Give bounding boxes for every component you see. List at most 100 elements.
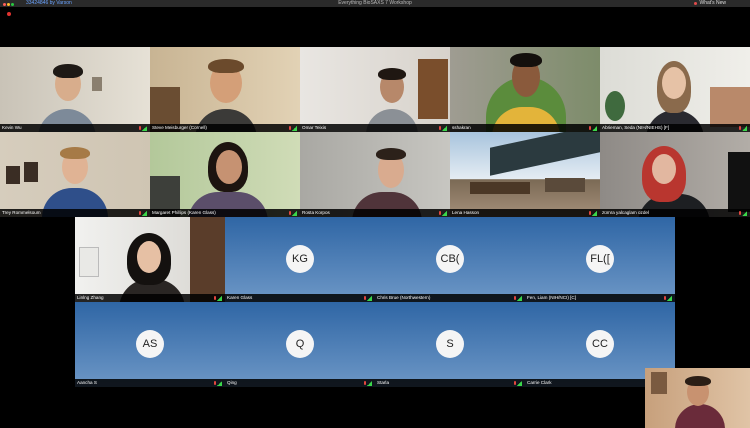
- status-icons: [664, 295, 672, 301]
- status-icons: [214, 295, 222, 301]
- participant-tile-kevin-wu[interactable]: Kevin Wu: [0, 47, 150, 132]
- person-head: [652, 154, 676, 184]
- status-icons: [439, 210, 447, 216]
- participant-name: Qing: [225, 379, 375, 387]
- status-icons: [364, 295, 372, 301]
- participant-name: Aancha S: [75, 379, 225, 387]
- participant-tile-starla[interactable]: S Starla: [375, 302, 525, 387]
- participant-name: Karen Glass: [225, 294, 375, 302]
- signal-icon: [442, 126, 447, 131]
- participant-tile-fen-liam[interactable]: FL([ Fen, Liam (NIH/NCI) [C]: [525, 217, 675, 302]
- mic-muted-icon: [139, 211, 141, 215]
- status-icons: [589, 210, 597, 216]
- plant: [605, 91, 625, 121]
- participant-name: Fen, Liam (NIH/NCI) [C]: [525, 294, 675, 302]
- participant-tile-qing[interactable]: Q Qing: [225, 302, 375, 387]
- avatar-initials: CC: [586, 330, 614, 358]
- participant-tile-karen-glass[interactable]: KG Karen Glass: [225, 217, 375, 302]
- bookshelf: [190, 217, 225, 302]
- mic-muted-icon: [739, 126, 741, 130]
- signal-icon: [217, 381, 222, 386]
- signal-icon: [292, 211, 297, 216]
- status-icons: [289, 210, 297, 216]
- signal-icon: [367, 296, 372, 301]
- participant-name: zümra yalcaglam ozdel: [600, 209, 750, 217]
- participant-name: Chris Brue (Northwestern): [375, 294, 525, 302]
- person-head: [137, 241, 161, 273]
- wall-picture: [651, 372, 667, 394]
- participant-name: Starla: [375, 379, 525, 387]
- participant-name: Abrieman, Seda (NIH/NIEHS) [F]: [600, 124, 750, 132]
- status-icons: [139, 210, 147, 216]
- mic-muted-icon: [439, 211, 441, 215]
- window: [79, 247, 99, 277]
- mic-muted-icon: [214, 296, 216, 300]
- participant-tile-omar-teixis[interactable]: Omar Teixis: [300, 47, 450, 132]
- mic-muted-icon: [289, 211, 291, 215]
- bookshelf: [418, 59, 448, 119]
- participant-name: Trey Rommelsoum: [0, 209, 150, 217]
- self-view-tile[interactable]: [645, 368, 750, 428]
- status-icons: [514, 295, 522, 301]
- status-icons: [739, 125, 747, 131]
- person-head: [216, 150, 242, 184]
- participant-tile-zumra[interactable]: zümra yalcaglam ozdel: [600, 132, 750, 217]
- participant-tile-aancha-s[interactable]: AS Aancha S: [75, 302, 225, 387]
- mic-muted-icon: [664, 296, 666, 300]
- participant-tile-chris-brue[interactable]: CB( Chris Brue (Northwestern): [375, 217, 525, 302]
- person-head: [662, 67, 686, 99]
- participant-tile-trey-rommelsoum[interactable]: Trey Rommelsoum: [0, 132, 150, 217]
- signal-icon: [142, 211, 147, 216]
- wall-picture: [24, 162, 38, 182]
- mic-muted-icon: [739, 211, 741, 215]
- participant-tile-margaret-phillips[interactable]: Margaret Phillips (Karen Glass): [150, 132, 300, 217]
- participant-name: Omar Teixis: [300, 124, 450, 132]
- recording-indicator-icon: [7, 12, 11, 16]
- signal-icon: [742, 211, 747, 216]
- signal-icon: [367, 381, 372, 386]
- participant-tile-steve-meisburger[interactable]: Steve Meisburger (Cornell): [150, 47, 300, 132]
- mic-muted-icon: [364, 296, 366, 300]
- window-titlebar: 33424846 by Varson Everything BioSAXS 7 …: [0, 0, 750, 7]
- mic-muted-icon: [439, 126, 441, 130]
- table: [545, 178, 585, 192]
- participant-tile-linlng-zhang[interactable]: Linlng Zhang: [75, 217, 225, 302]
- participant-name: Linlng Zhang: [75, 294, 225, 302]
- participant-tile-sshakran[interactable]: sshakran: [450, 47, 600, 132]
- person-hair: [53, 64, 83, 78]
- mic-muted-icon: [514, 381, 516, 385]
- notification-dot-icon: [694, 2, 697, 5]
- wall-picture: [6, 166, 20, 184]
- participant-name: Margaret Phillips (Karen Glass): [150, 209, 300, 217]
- participant-name: Lena Hasson: [450, 209, 600, 217]
- shelf: [710, 87, 750, 127]
- status-icons: [514, 380, 522, 386]
- avatar-initials: S: [436, 330, 464, 358]
- participant-name: Steve Meisburger (Cornell): [150, 124, 300, 132]
- signal-icon: [742, 126, 747, 131]
- person-hair: [685, 376, 711, 386]
- mic-muted-icon: [364, 381, 366, 385]
- participant-tile-abrieman-seda[interactable]: Abrieman, Seda (NIH/NIEHS) [F]: [600, 47, 750, 132]
- signal-icon: [667, 296, 672, 301]
- signal-icon: [142, 126, 147, 131]
- status-icons: [439, 125, 447, 131]
- avatar-initials: Q: [286, 330, 314, 358]
- mic-muted-icon: [589, 126, 591, 130]
- participant-tile-lena-hasson[interactable]: Lena Hasson: [450, 132, 600, 217]
- participant-tile-rosta-korpos[interactable]: Rosta Korpos: [300, 132, 450, 217]
- signal-icon: [592, 211, 597, 216]
- avatar-initials: AS: [136, 330, 164, 358]
- status-icons: [739, 210, 747, 216]
- status-icons: [289, 125, 297, 131]
- whats-new-link[interactable]: What's New: [699, 0, 726, 7]
- monitor: [728, 152, 750, 212]
- signal-icon: [217, 296, 222, 301]
- signal-icon: [292, 126, 297, 131]
- signal-icon: [517, 296, 522, 301]
- participant-name: Kevin Wu: [0, 124, 150, 132]
- mic-muted-icon: [214, 381, 216, 385]
- avatar-initials: CB(: [436, 245, 464, 273]
- person-hair: [376, 148, 406, 160]
- person-hair: [208, 59, 244, 73]
